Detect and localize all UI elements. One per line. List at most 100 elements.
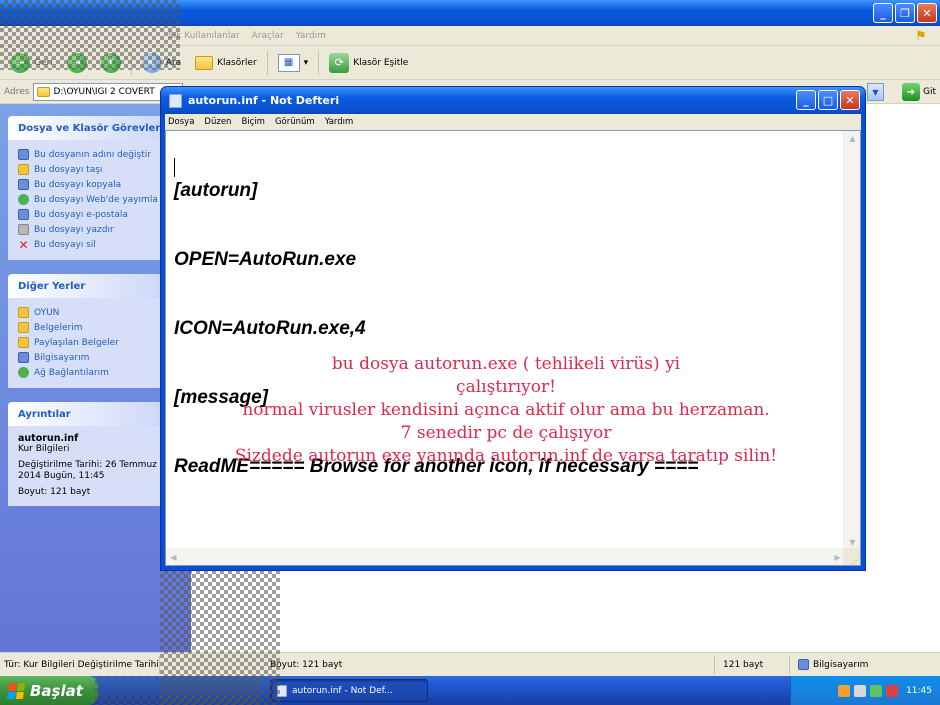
warning-line: normal virusler kendisini açınca aktif o… xyxy=(242,400,770,420)
explorer-minimize-button[interactable]: _ xyxy=(873,3,893,23)
details-file-name: autorun.inf xyxy=(18,433,79,444)
clock[interactable]: 11:45 xyxy=(906,686,932,696)
resize-grip-icon[interactable]: ⋰ xyxy=(843,548,860,565)
text-line: ICON=AutoRun.exe,4 xyxy=(174,318,366,339)
tray-security-icon[interactable] xyxy=(870,684,883,697)
system-tray: 11:45 xyxy=(790,676,940,705)
back-arrow-icon: ← xyxy=(10,52,30,73)
notepad-minimize-button[interactable]: _ xyxy=(796,90,816,110)
horizontal-scrollbar[interactable]: ◀ ▶ xyxy=(166,548,845,565)
task-publish[interactable]: Bu dosyayı Web'de yayımla xyxy=(18,192,183,207)
explorer-menu-favorites[interactable]: Sık Kullanılanlar xyxy=(168,31,240,41)
sync-icon: ⟳ xyxy=(329,52,350,73)
place-oyun[interactable]: OYUN xyxy=(18,305,183,320)
computer-icon xyxy=(18,352,29,363)
explorer-title-bar: _ ❐ ✕ xyxy=(0,0,940,26)
tray-app-icon[interactable] xyxy=(838,684,851,697)
status-size-info: Boyut: 121 bayt xyxy=(160,655,715,674)
forward-arrow-icon: → xyxy=(66,52,87,73)
explorer-status-bar: Tür: Kur Bilgileri Değiştirilme Tarihi B… xyxy=(0,652,940,676)
notepad-menu-format[interactable]: Biçim xyxy=(241,117,265,127)
task-copy[interactable]: Bu dosyayı kopyala xyxy=(18,177,183,192)
address-path: D:\OYUN\IGI 2 COVERT xyxy=(53,86,155,97)
scroll-up-icon[interactable]: ▲ xyxy=(845,131,860,146)
search-button[interactable]: ⌕ Ara xyxy=(138,50,185,76)
copy-icon xyxy=(18,179,29,190)
address-dropdown-button[interactable]: ▼ xyxy=(867,83,884,101)
status-type: Tür: Kur Bilgileri Değiştirilme Tarihi xyxy=(0,655,160,674)
taskbar-notepad-label: autorun.inf - Not Def... xyxy=(292,685,393,696)
task-email[interactable]: Bu dosyayı e-postala xyxy=(18,207,183,222)
notepad-caption-buttons: _ □ ✕ xyxy=(796,90,860,110)
notepad-title: autorun.inf - Not Defteri xyxy=(188,94,340,107)
explorer-menu-help[interactable]: Yardım xyxy=(296,31,326,41)
task-move[interactable]: Bu dosyayı taşı xyxy=(18,162,183,177)
other-places-title[interactable]: Diğer Yerler xyxy=(8,274,183,298)
notepad-icon xyxy=(277,684,287,697)
folder-sync-button[interactable]: ⟳ Klasör Eşitle xyxy=(325,50,412,76)
warning-line: bu dosya autorun.exe ( tehlikeli virüs) … xyxy=(331,354,681,374)
rename-icon xyxy=(18,149,29,160)
place-my-computer[interactable]: Bilgisayarım xyxy=(18,350,183,365)
address-label: Adres xyxy=(4,86,30,97)
back-button[interactable]: ← Geri xyxy=(6,50,57,76)
notepad-title-bar[interactable]: autorun.inf - Not Defteri xyxy=(161,87,865,114)
scroll-left-icon[interactable]: ◀ xyxy=(166,550,181,565)
status-size: 121 bayt xyxy=(715,655,790,674)
taskbar-notepad-button[interactable]: autorun.inf - Not Def... xyxy=(270,679,428,702)
file-tasks-title[interactable]: Dosya ve Klasör Görevleri xyxy=(8,116,183,140)
details-modified: Değiştirilme Tarihi: 26 Temmuz 2014 Bugü… xyxy=(18,460,157,481)
place-shared-documents[interactable]: Paylaşılan Belgeler xyxy=(18,335,183,350)
notepad-menu-file[interactable]: Dosya xyxy=(168,117,194,127)
folders-label: Klasörler xyxy=(217,57,257,68)
explorer-menu-bar: Sık Kullanılanlar Araçlar Yardım ⚑ xyxy=(0,26,940,46)
go-arrow-icon: ➜ xyxy=(901,83,920,101)
windows-logo-icon xyxy=(6,682,26,699)
folder-sync-label: Klasör Eşitle xyxy=(353,57,409,68)
go-label: Git xyxy=(922,87,936,97)
text-line: [autorun] xyxy=(174,180,258,201)
explorer-close-button[interactable]: ✕ xyxy=(917,3,937,23)
delete-x-icon: ✕ xyxy=(18,237,29,252)
start-label: Başlat xyxy=(30,681,83,700)
task-delete[interactable]: ✕ Bu dosyayı sil xyxy=(18,237,183,252)
email-icon xyxy=(18,209,29,220)
notepad-menu-edit[interactable]: Düzen xyxy=(204,117,231,127)
notepad-text-area[interactable]: [autorun] OPEN=AutoRun.exe ICON=AutoRun.… xyxy=(165,130,861,566)
task-rename[interactable]: Bu dosyanın adını değiştir xyxy=(18,147,183,162)
notepad-menu-help[interactable]: Yardım xyxy=(325,117,354,127)
folders-button[interactable]: Klasörler xyxy=(191,53,261,73)
warning-note: bu dosya autorun.exe ( tehlikeli virüs) … xyxy=(166,353,846,468)
start-button[interactable]: Başlat xyxy=(0,676,98,705)
details-size: Boyut: 121 bayt xyxy=(18,487,91,497)
globe-icon xyxy=(18,194,29,205)
warning-line: çalıştırıyor! xyxy=(456,377,556,397)
forward-button[interactable]: → xyxy=(63,50,91,76)
task-print[interactable]: Bu dosyayı yazdır xyxy=(18,222,183,237)
place-my-documents[interactable]: Belgelerim xyxy=(18,320,183,335)
details-panel: Ayrıntılar autorun.inf Kur Bilgileri Değ… xyxy=(8,402,183,506)
explorer-caption-buttons: _ ❐ ✕ xyxy=(873,3,937,23)
text-caret xyxy=(174,158,175,177)
explorer-restore-button[interactable]: ❐ xyxy=(895,3,915,23)
up-button[interactable]: ↑ xyxy=(97,50,125,76)
folder-icon xyxy=(195,55,214,70)
details-title[interactable]: Ayrıntılar xyxy=(8,402,183,426)
computer-icon xyxy=(798,659,809,670)
tray-network-icon[interactable] xyxy=(854,684,867,697)
tray-volume-icon[interactable] xyxy=(886,684,899,697)
explorer-menu-tools[interactable]: Araçlar xyxy=(252,31,284,41)
warning-line: 7 senedir pc de çalışıyor xyxy=(400,423,612,443)
place-network[interactable]: Ağ Bağlantılarım xyxy=(18,365,183,380)
notepad-close-button[interactable]: ✕ xyxy=(840,90,860,110)
vertical-scrollbar[interactable]: ▲ ▼ xyxy=(843,131,860,550)
notepad-maximize-button[interactable]: □ xyxy=(818,90,838,110)
taskbar: Başlat autorun.inf - Not Def... 11:45 xyxy=(0,676,940,705)
go-button[interactable]: ➜ Git xyxy=(901,83,936,101)
views-button[interactable]: ▦ ▾ xyxy=(274,51,313,75)
windows-flag-icon: ⚑ xyxy=(908,27,934,45)
notepad-icon xyxy=(169,93,182,108)
warning-line: Sizdede autorun exe yanında autorun.inf … xyxy=(234,446,778,466)
folder-up-icon: ↑ xyxy=(100,52,121,73)
notepad-menu-view[interactable]: Görünüm xyxy=(275,117,315,127)
